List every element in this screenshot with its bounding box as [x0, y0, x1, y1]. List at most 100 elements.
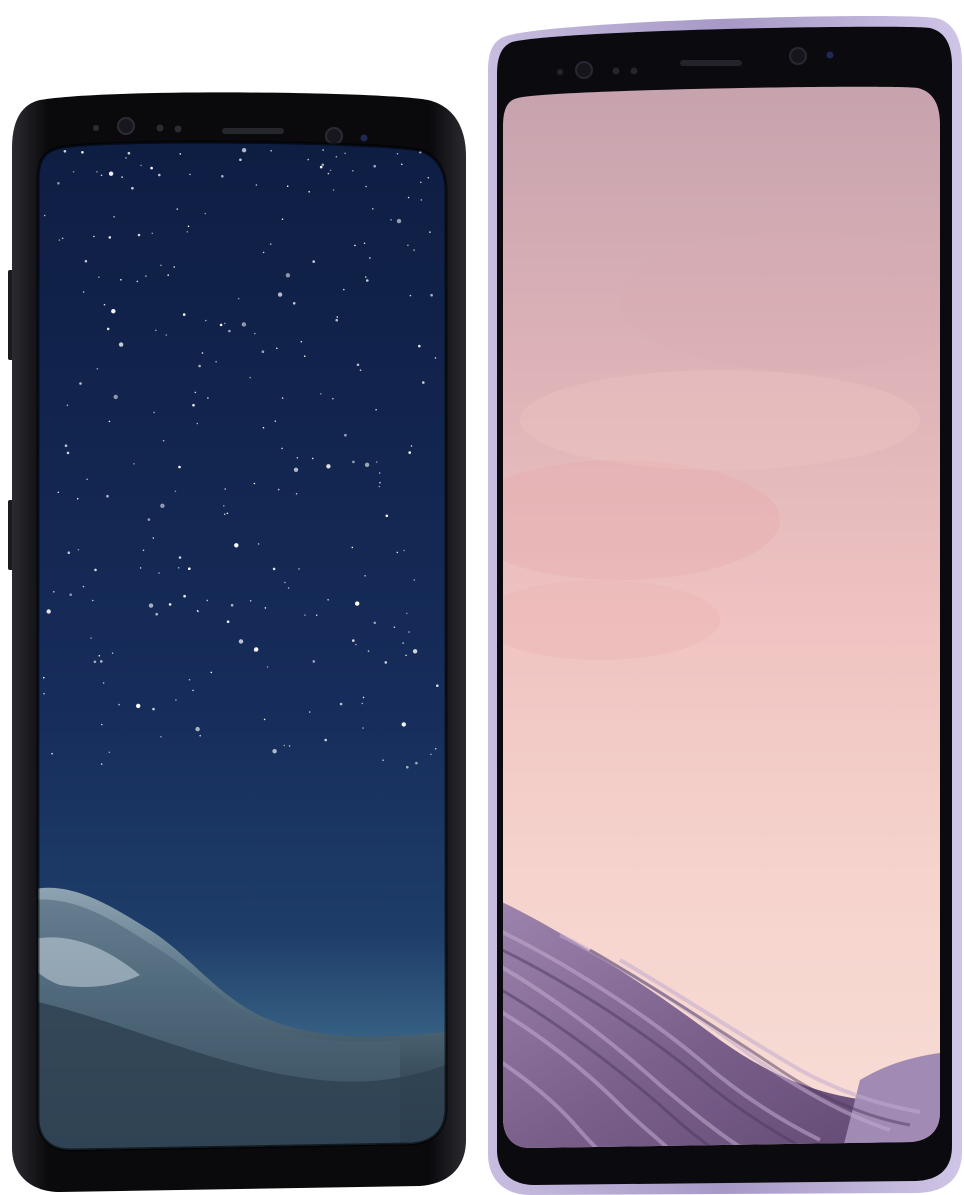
star [378, 472, 381, 474]
star [148, 603, 154, 608]
star [373, 621, 377, 625]
star [133, 463, 135, 465]
star [332, 189, 335, 191]
star [196, 422, 199, 425]
star [186, 231, 189, 233]
star [84, 259, 88, 263]
star [367, 650, 370, 652]
star [311, 457, 314, 460]
star [390, 219, 392, 221]
star [249, 600, 252, 602]
star [343, 288, 345, 291]
star [131, 186, 134, 190]
star [194, 391, 197, 394]
star [402, 642, 404, 644]
star [319, 165, 323, 169]
star [281, 218, 284, 220]
star [359, 369, 362, 372]
star [98, 654, 101, 657]
star [300, 340, 303, 343]
star [102, 682, 105, 684]
star [108, 420, 111, 423]
star [100, 763, 103, 765]
star [192, 689, 194, 692]
star [288, 745, 291, 747]
star [408, 451, 412, 454]
star [405, 654, 407, 657]
star [210, 671, 213, 674]
star [57, 181, 60, 185]
star [324, 738, 328, 742]
star [396, 153, 399, 155]
star [269, 243, 272, 245]
star [167, 274, 169, 276]
star [434, 748, 437, 750]
star [264, 607, 267, 609]
star [237, 297, 240, 300]
star [106, 494, 109, 498]
star [401, 163, 403, 166]
star [296, 457, 299, 459]
star [226, 620, 230, 623]
star [434, 357, 437, 359]
star [261, 350, 265, 354]
star [415, 761, 418, 765]
star [418, 344, 421, 348]
star [307, 158, 310, 161]
star [365, 276, 367, 278]
star [64, 444, 68, 448]
star [226, 512, 229, 515]
star [363, 242, 366, 245]
star [364, 575, 366, 577]
star [255, 184, 258, 186]
star [422, 381, 425, 384]
star [406, 765, 409, 769]
star [82, 585, 85, 588]
star [277, 292, 283, 297]
star [66, 451, 70, 455]
star [192, 403, 195, 407]
star [205, 319, 207, 322]
star [320, 393, 322, 395]
star [113, 394, 118, 400]
star [201, 352, 204, 354]
star [53, 591, 55, 593]
star [379, 481, 381, 484]
star [408, 631, 410, 633]
star [375, 461, 378, 463]
star [406, 612, 408, 615]
star [150, 166, 153, 170]
star [270, 150, 272, 152]
star [187, 225, 190, 228]
star [335, 155, 338, 158]
star [215, 360, 217, 363]
star [93, 235, 95, 238]
star [136, 703, 141, 709]
star [413, 249, 415, 251]
star [378, 485, 381, 488]
star [206, 599, 209, 602]
star [120, 279, 122, 281]
star [284, 581, 286, 584]
star [276, 347, 278, 350]
star [168, 603, 172, 606]
star [223, 513, 226, 515]
star [224, 322, 226, 325]
star [155, 329, 157, 332]
star [304, 614, 306, 616]
star [204, 212, 207, 215]
star [407, 244, 409, 247]
star [355, 601, 360, 606]
star [262, 426, 265, 429]
star [253, 649, 257, 652]
star [281, 397, 284, 399]
star [239, 158, 242, 162]
star [266, 666, 269, 668]
star [396, 218, 402, 224]
star [407, 196, 410, 199]
star [152, 707, 155, 711]
star [321, 163, 325, 167]
star [178, 465, 181, 469]
star [385, 514, 389, 518]
star [272, 567, 276, 571]
